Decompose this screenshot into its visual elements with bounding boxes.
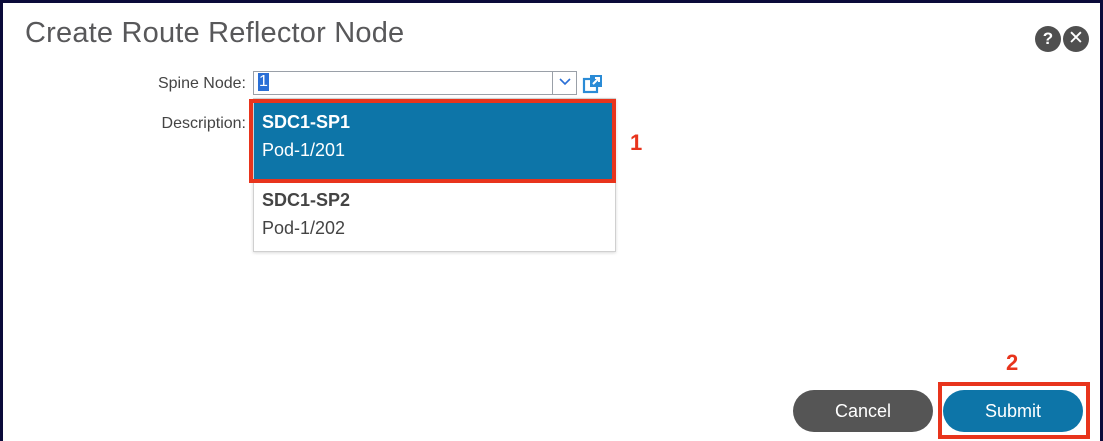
dropdown-toggle-button[interactable] [553,71,577,95]
highlight-box-step1 [249,99,616,183]
help-icon[interactable]: ? [1035,26,1061,52]
highlight-box-step2 [938,382,1090,439]
spine-node-label: Spine Node: [157,75,246,92]
dialog: Create Route Reflector Node ? ✕ Spine No… [0,0,1103,441]
description-label: Description: [161,115,246,132]
option-name: SDC1-SP2 [262,190,351,210]
dropdown-option[interactable]: SDC1-SP2 Pod-1/202 [254,181,615,247]
option-pod: Pod-1/202 [262,218,346,238]
dialog-title: Create Route Reflector Node [25,17,405,49]
external-link-icon[interactable] [582,73,604,95]
chevron-down-icon [558,78,571,86]
step-1-marker: 1 [630,130,643,155]
cancel-button[interactable]: Cancel [793,390,933,432]
step-2-marker: 2 [1006,350,1019,375]
close-icon[interactable]: ✕ [1063,26,1089,52]
spine-node-input[interactable]: 1 [253,71,553,95]
spine-node-value: 1 [258,73,269,91]
